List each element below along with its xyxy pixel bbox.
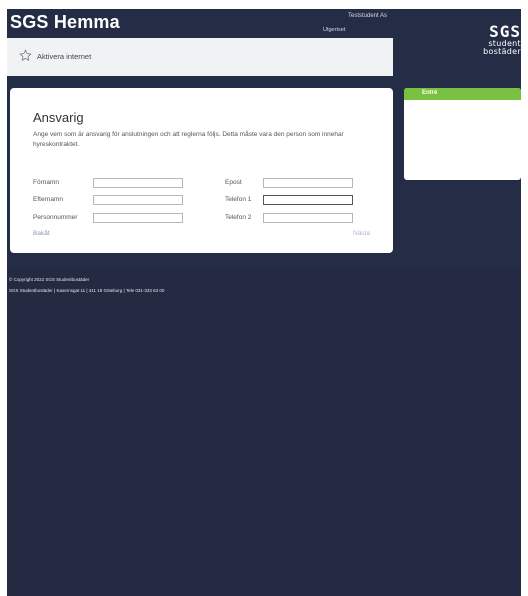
responsible-form-card: Ansvarig Ange vem som är ansvarig för an… <box>10 88 393 253</box>
phone2-label: Telefon 2 <box>225 214 252 221</box>
phone2-input[interactable] <box>263 213 353 223</box>
footer-address: SGS Studentbostäder | Kasernsgat 11 | 41… <box>9 288 165 293</box>
email-label: Epost <box>225 179 242 186</box>
breadcrumb-label[interactable]: Aktivera internet <box>37 52 91 61</box>
sidebar-panel: Entré <box>404 88 521 180</box>
sgs-logo[interactable]: SGS student bostäder <box>471 24 521 68</box>
phone1-input[interactable] <box>263 195 353 205</box>
section-description: Ange vem som är ansvarig för anslutninge… <box>33 131 344 148</box>
breadcrumb: Aktivera internet <box>7 38 393 76</box>
logo-mark: SGS <box>489 22 521 41</box>
lastname-label: Efternamn <box>33 196 63 203</box>
personnummer-label: Personnummer <box>33 214 78 221</box>
next-link[interactable]: Nästa <box>353 230 370 237</box>
firstname-label: Förnamn <box>33 179 60 186</box>
sidebar-heading-label: Entré <box>422 90 438 96</box>
back-link[interactable]: Bakåt <box>33 230 50 237</box>
site-title[interactable]: SGS Hemma <box>10 12 120 33</box>
logout-link[interactable]: Utgertset <box>323 27 345 33</box>
user-name: Teststudent As <box>348 13 388 19</box>
phone1-label: Telefon 1 <box>225 196 252 203</box>
star-icon <box>19 49 32 61</box>
section-title: Ansvarig <box>33 110 84 125</box>
firstname-input[interactable] <box>93 178 183 188</box>
footer <box>7 266 521 596</box>
footer-copyright: © Copyright 2022 SGS Studentbostäder <box>9 277 90 282</box>
page: SGS Hemma Teststudent As Utgertset SGS s… <box>7 9 521 596</box>
email-input[interactable] <box>263 178 353 188</box>
sidebar-heading: Entré <box>404 88 521 100</box>
personnummer-input[interactable] <box>93 213 183 223</box>
logo-line-2: bostäder <box>483 47 521 56</box>
lastname-input[interactable] <box>93 195 183 205</box>
